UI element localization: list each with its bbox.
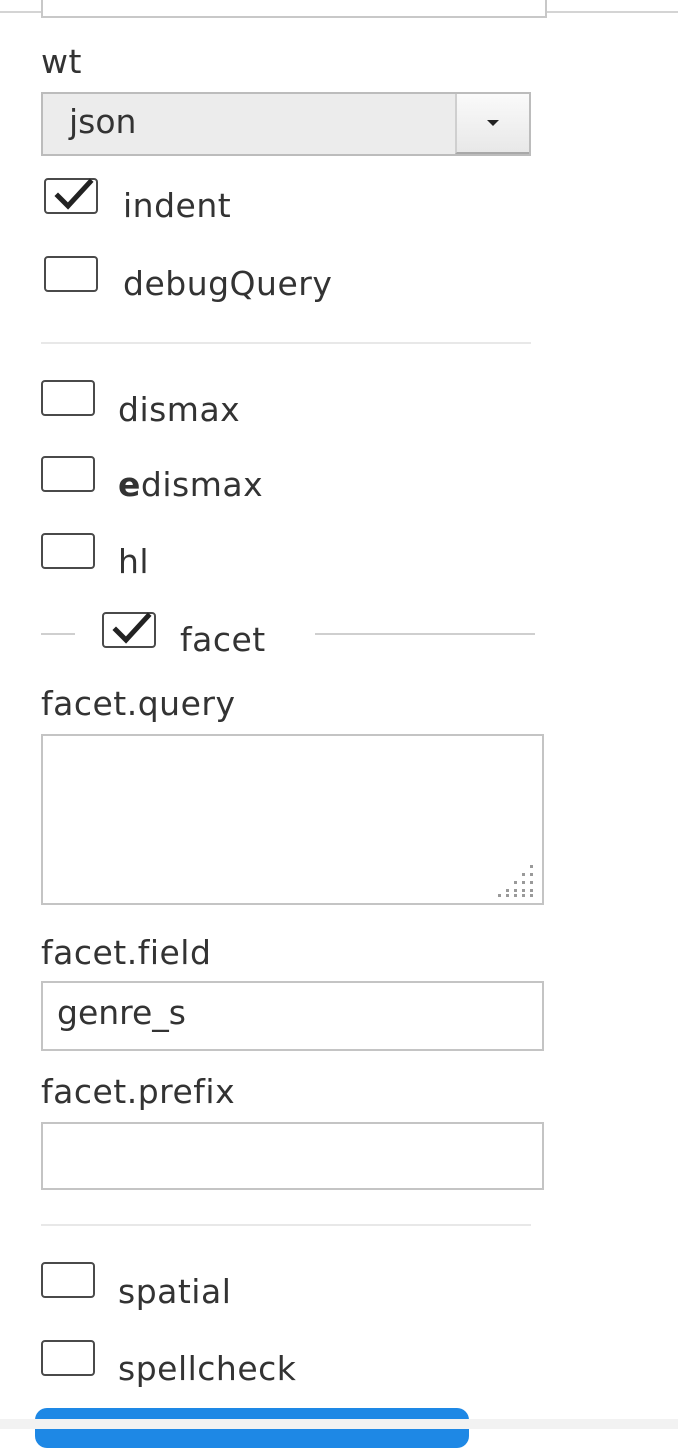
debugquery-checkbox[interactable] xyxy=(44,256,98,292)
debugquery-label: debugQuery xyxy=(123,264,333,303)
facet-prefix-label: facet.prefix xyxy=(41,1072,236,1111)
hl-checkbox[interactable] xyxy=(41,533,95,569)
facet-label: facet xyxy=(180,620,266,659)
facet-checkbox[interactable] xyxy=(102,612,156,648)
fieldset-border-right xyxy=(315,633,535,635)
edismax-label: edismax xyxy=(118,465,263,504)
indent-checkbox[interactable] xyxy=(44,178,98,214)
dismax-checkbox[interactable] xyxy=(41,380,95,416)
facet-field-input[interactable]: genre_s xyxy=(41,981,544,1051)
wt-select[interactable]: json xyxy=(41,92,531,156)
spatial-checkbox[interactable] xyxy=(41,1262,95,1298)
spellcheck-checkbox[interactable] xyxy=(41,1340,95,1376)
divider xyxy=(41,342,531,344)
facet-field-label: facet.field xyxy=(41,933,212,972)
resize-grip-icon[interactable] xyxy=(492,861,536,899)
dismax-label: dismax xyxy=(118,390,241,429)
facet-prefix-input[interactable] xyxy=(41,1122,544,1190)
check-icon xyxy=(112,612,152,644)
facet-query-textarea[interactable] xyxy=(41,734,544,905)
previous-input-field[interactable] xyxy=(41,0,547,18)
spatial-label: spatial xyxy=(118,1272,232,1311)
wt-dropdown-button[interactable] xyxy=(455,94,529,154)
edismax-label-accesskey: e xyxy=(118,465,141,504)
edismax-checkbox[interactable] xyxy=(41,456,95,492)
facet-query-label: facet.query xyxy=(41,684,236,723)
edismax-label-rest: dismax xyxy=(140,465,264,504)
divider xyxy=(41,1224,531,1226)
bottom-scroll-edge xyxy=(0,1419,678,1429)
chevron-down-icon xyxy=(487,120,499,126)
check-icon xyxy=(54,178,94,210)
indent-label: indent xyxy=(123,186,232,225)
facet-field-value: genre_s xyxy=(57,993,187,1032)
spellcheck-label: spellcheck xyxy=(118,1349,297,1388)
fieldset-border-left xyxy=(41,633,75,635)
hl-label: hl xyxy=(118,542,150,581)
wt-select-value: json xyxy=(69,102,137,141)
wt-label: wt xyxy=(41,42,82,81)
